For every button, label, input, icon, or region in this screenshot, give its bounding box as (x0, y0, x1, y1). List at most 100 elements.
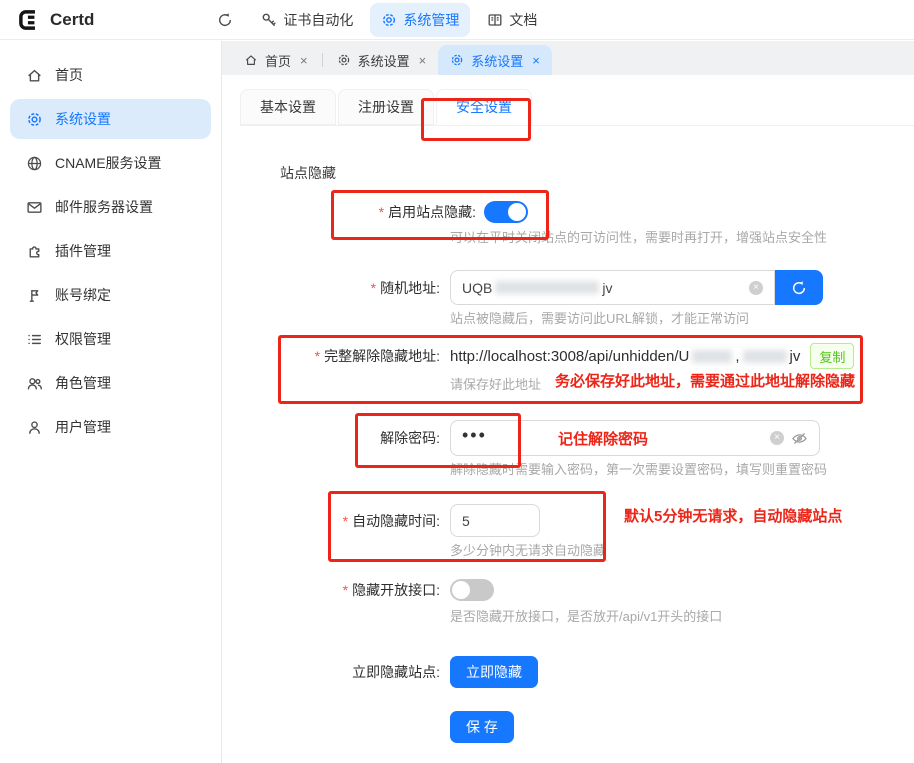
refresh-button[interactable] (206, 5, 244, 35)
sidebar-item-role-management[interactable]: 角色管理 (10, 363, 211, 403)
clear-icon[interactable]: × (770, 431, 784, 445)
settings-tabs: 基本设置 注册设置 安全设置 (240, 89, 914, 126)
main-content: 基本设置 注册设置 安全设置 站点隐藏 *启用站点隐藏: 可以在平时关闭站点的可… (222, 75, 914, 763)
hide-now-button[interactable]: 立即隐藏 (450, 656, 538, 688)
sidebar-item-label: 权限管理 (55, 329, 111, 349)
full-unhide-url-value: http://localhost:3008/api/unhidden/U,jv (450, 348, 800, 365)
blurred-value (743, 350, 787, 363)
sidebar-item-system-settings[interactable]: 系统设置 (10, 99, 211, 139)
copy-label: 复制 (819, 347, 845, 366)
label-text: 解除密码: (380, 430, 440, 446)
tab-divider (322, 53, 323, 67)
eye-invisible-icon[interactable] (791, 430, 808, 447)
tab-label: 系统设置 (471, 51, 523, 70)
auto-hide-time-input[interactable]: 5 (450, 504, 540, 537)
puzzle-icon (26, 243, 43, 260)
book-icon (487, 12, 503, 28)
user-icon (26, 419, 43, 436)
app-header: Certd 证书自动化 系统管理 文档 (0, 0, 914, 40)
close-icon[interactable]: × (419, 53, 427, 68)
row-hide-open-api: *隐藏开放接口: (222, 579, 494, 601)
gear-icon (26, 111, 43, 128)
field-label: *启用站点隐藏: (222, 202, 484, 222)
unhide-password-input[interactable]: ••• × (450, 420, 820, 456)
sidebar-item-account-binding[interactable]: 账号绑定 (10, 275, 211, 315)
field-label: 立即隐藏站点: (222, 662, 450, 682)
globe-icon (26, 155, 43, 172)
close-icon[interactable]: × (300, 53, 308, 68)
row-auto-hide-time: *自动隐藏时间: 5 (222, 504, 540, 537)
refresh-icon (791, 280, 807, 296)
required-mark: * (379, 204, 384, 220)
help-enable-site-hide: 可以在平时关闭站点的可访问性，需要时再打开，增强站点安全性 (450, 227, 827, 246)
help-auto-hide-time: 多少分钟内无请求自动隐藏 (450, 540, 606, 559)
sidebar-item-plugin-management[interactable]: 插件管理 (10, 231, 211, 271)
blurred-value (692, 350, 732, 363)
tab-label: 系统设置 (358, 51, 410, 70)
row-hide-now: 立即隐藏站点: 立即隐藏 (222, 656, 538, 688)
url-suffix: jv (790, 348, 801, 365)
nav-label: 系统管理 (403, 10, 459, 30)
field-label: *隐藏开放接口: (222, 580, 450, 600)
sidebar-item-label: 系统设置 (55, 109, 111, 129)
sidebar-item-user-management[interactable]: 用户管理 (10, 407, 211, 447)
row-random-path: *随机地址: UQBjv × (222, 270, 823, 305)
nav-docs[interactable]: 文档 (476, 3, 548, 37)
required-mark: * (371, 280, 376, 296)
header-nav: 证书自动化 系统管理 文档 (206, 3, 548, 37)
enable-site-hide-toggle[interactable] (484, 201, 528, 223)
sidebar-item-home[interactable]: 首页 (10, 55, 211, 95)
nav-cert-automation[interactable]: 证书自动化 (250, 3, 364, 37)
hide-open-api-toggle[interactable] (450, 579, 494, 601)
open-tabs-bar: 首页 × 系统设置 × 系统设置 × (222, 41, 914, 75)
required-mark: * (315, 348, 320, 364)
nav-system-management[interactable]: 系统管理 (370, 3, 470, 37)
toggle-knob (508, 203, 526, 221)
flag-icon (26, 287, 43, 304)
random-path-input[interactable]: UQBjv × (450, 270, 775, 305)
gear-icon (381, 12, 397, 28)
row-unhide-password: 解除密码: ••• × (222, 420, 820, 456)
nav-label: 证书自动化 (283, 10, 353, 30)
app-title: Certd (50, 10, 94, 30)
sidebar-item-permission-management[interactable]: 权限管理 (10, 319, 211, 359)
input-value: 5 (462, 513, 470, 529)
mail-icon (26, 199, 43, 216)
sidebar-item-label: 邮件服务器设置 (55, 197, 153, 217)
tab-system-settings-2[interactable]: 系统设置 × (438, 45, 552, 75)
tab-register-settings[interactable]: 注册设置 (338, 89, 434, 125)
toggle-knob (452, 581, 470, 599)
password-dots: ••• (462, 430, 487, 440)
label-text: 启用站点隐藏: (388, 204, 476, 220)
label-text: 立即隐藏站点: (352, 664, 440, 680)
certd-logo-icon (16, 7, 42, 33)
close-icon[interactable]: × (532, 53, 540, 68)
sidebar: 首页 系统设置 CNAME服务设置 邮件服务器设置 插件管理 账号绑定 权限 (0, 41, 222, 763)
url-prefix: http://localhost:3008/api/unhidden/U (450, 348, 689, 365)
help-full-unhide-url: 请保存好此地址 (450, 374, 541, 393)
copy-button[interactable]: 复制 (810, 343, 854, 369)
tab-security-settings[interactable]: 安全设置 (436, 89, 532, 125)
blurred-value (495, 281, 599, 294)
tab-basic-settings[interactable]: 基本设置 (240, 89, 336, 125)
save-button[interactable]: 保 存 (450, 711, 514, 743)
label-text: 自动隐藏时间: (352, 513, 440, 529)
sidebar-item-cname-settings[interactable]: CNAME服务设置 (10, 143, 211, 183)
row-save: 保 存 (450, 711, 514, 743)
sidebar-item-mail-settings[interactable]: 邮件服务器设置 (10, 187, 211, 227)
field-label: 解除密码: (222, 428, 450, 448)
sidebar-item-label: 首页 (55, 65, 83, 85)
regenerate-path-button[interactable] (775, 270, 823, 305)
row-enable-site-hide: *启用站点隐藏: (222, 201, 528, 223)
tab-system-settings-1[interactable]: 系统设置 × (325, 45, 439, 75)
key-icon (261, 12, 277, 28)
tab-home[interactable]: 首页 × (232, 45, 320, 75)
help-hide-open-api: 是否隐藏开放接口，是否放开/api/v1开头的接口 (450, 606, 722, 625)
nav-label: 文档 (509, 10, 537, 30)
gear-icon (337, 53, 351, 67)
field-label: *随机地址: (222, 278, 450, 298)
home-icon (244, 53, 258, 67)
clear-icon[interactable]: × (749, 281, 763, 295)
sidebar-item-label: 账号绑定 (55, 285, 111, 305)
input-value-suffix: jv (602, 280, 612, 296)
